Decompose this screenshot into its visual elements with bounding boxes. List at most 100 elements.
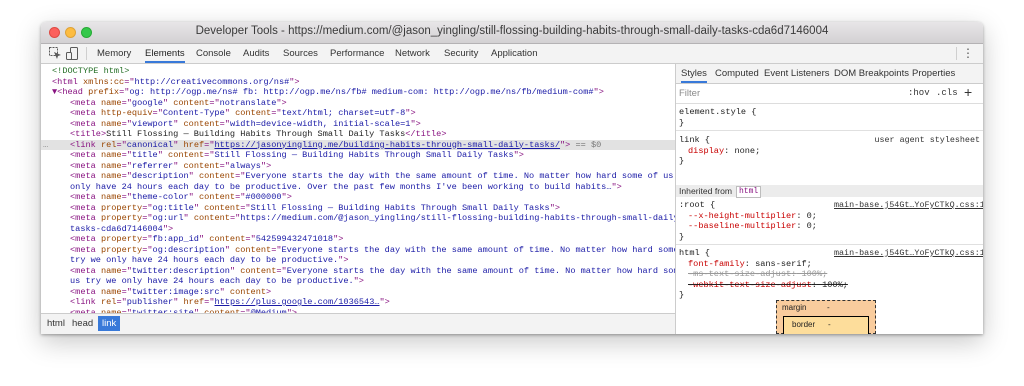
tag-name: <html (52, 76, 78, 87)
tag-punct: =" (121, 150, 132, 160)
margin-label: margin (782, 303, 807, 312)
elements-dom-tree[interactable]: <!DOCTYPE html> <html xmlns:cc="http://c… (41, 64, 675, 334)
attr-name: content (224, 286, 267, 297)
tab-performance[interactable]: Performance (330, 44, 384, 63)
attr-value: notranslate (219, 97, 277, 108)
canonical-href-link[interactable]: https://jasonyingling.me/building-habits… (214, 140, 560, 150)
dom-line-title[interactable]: <title>Still Flossing — Building Habits … (70, 129, 675, 140)
root-rule-decl[interactable]: --baseline-multiplier: 0; (688, 221, 983, 232)
attr-value: always (229, 160, 261, 171)
dom-line-meta-og-description[interactable]: <meta property="og:description" content=… (70, 245, 675, 256)
dom-line-meta-fb-app-id[interactable]: <meta property="fb:app_id" content="5425… (70, 234, 675, 245)
tag-punct: =" (245, 234, 256, 244)
attr-name: name (95, 265, 122, 276)
tag-punct: =" (219, 118, 230, 129)
tag-punct: "> (513, 150, 524, 160)
rule-close-brace: } (679, 156, 685, 166)
dom-line-doctype[interactable]: <!DOCTYPE html> (52, 66, 675, 77)
html-rule-decl[interactable]: font-family: sans-serif; (688, 259, 983, 270)
breadcrumb-link[interactable]: link (98, 316, 121, 331)
tab-network[interactable]: Network (395, 44, 430, 63)
dom-line-meta-twitter-description-cont[interactable]: us try we only have 24 hours each day to… (70, 276, 675, 287)
tab-application[interactable]: Application (491, 44, 537, 63)
device-mode-icon[interactable] (66, 47, 79, 64)
dom-line-meta-og-description-cont[interactable]: try we only have 24 hours each day to be… (70, 255, 675, 266)
tab-security[interactable]: Security (444, 44, 478, 63)
tab-memory[interactable]: Memory (97, 44, 131, 63)
tab-styles[interactable]: Styles (681, 64, 707, 83)
dom-line-meta-og-url[interactable]: <meta property="og:url" content="https:/… (70, 213, 675, 224)
styles-sidebar: Styles Computed Event Listeners DOM Brea… (676, 64, 983, 334)
box-model-margin[interactable]: margin - border - (776, 300, 876, 334)
tab-sources[interactable]: Sources (283, 44, 318, 63)
dom-line-meta-content-type[interactable]: <meta http-equiv="Content-Type" content=… (70, 108, 675, 119)
tab-console[interactable]: Console (196, 44, 231, 63)
attr-value: viewport (131, 118, 174, 129)
breadcrumb-html[interactable]: html (43, 316, 69, 331)
dom-line-meta-referrer[interactable]: <meta name="referrer" content="always"> (70, 161, 675, 172)
publisher-href-link[interactable]: https://plus.google.com/1036543… (214, 297, 379, 307)
attr-value: text/html; charset=utf-8 (281, 108, 406, 118)
css-value: 100%; (816, 279, 848, 290)
css-prop: font-family (688, 258, 745, 269)
attr-value: referrer (131, 160, 174, 171)
tab-dom-breakpoints[interactable]: DOM Breakpoints (834, 64, 909, 83)
link-rule-decl[interactable]: display: none; (688, 146, 983, 157)
dom-line-head[interactable]: ▼<head prefix="og: http://ogp.me/ns# fb:… (52, 87, 675, 98)
tab-event-listeners[interactable]: Event Listeners (764, 64, 829, 83)
tag-punct: =" (121, 118, 132, 129)
dom-line-meta-title[interactable]: <meta name="title" content="Still Flossi… (70, 150, 675, 161)
tag-punct: "> (405, 108, 416, 118)
dom-line-link-publisher[interactable]: <link rel="publisher" href="https://plus… (70, 297, 675, 308)
tag-punct: =" (235, 192, 246, 202)
element-style-selector[interactable]: element.style { (679, 107, 982, 118)
dom-line-meta-twitter-image[interactable]: <meta name="twitter:image:src" content> (70, 287, 675, 298)
attr-value: description (131, 171, 189, 181)
border-value[interactable]: - (828, 320, 831, 329)
tag-punct: =" (271, 244, 282, 255)
attr-value: og:title (152, 202, 194, 213)
tag-punct: =" (121, 171, 132, 181)
html-rule-source-link[interactable]: main-base.j54Gt…YoFyCTkQ.css:1 (834, 248, 983, 258)
margin-value[interactable]: - (827, 303, 830, 312)
hover-state-toggle[interactable]: :hov (908, 88, 930, 98)
rule-close-brace: } (679, 290, 685, 300)
tab-audits[interactable]: Audits (243, 44, 269, 63)
attr-value: 542599432471018 (255, 234, 334, 244)
dom-line-link-canonical-selected[interactable]: … <link rel="canonical" href="https://jas… (41, 139, 675, 151)
css-value: 0; (801, 221, 817, 231)
breadcrumb-head[interactable]: head (68, 316, 97, 331)
dom-line-meta-og-url-cont[interactable]: tasks-cda6d7146004"> (70, 224, 675, 235)
dom-line-meta-description-cont[interactable]: only have 24 hours each day to be produc… (70, 182, 675, 193)
tab-properties[interactable]: Properties (912, 64, 955, 83)
dom-line-html[interactable]: <html xmlns:cc="http://creativecommons.o… (52, 77, 675, 88)
inherited-from-header: Inherited from html (676, 185, 983, 198)
dom-line-meta-twitter-description[interactable]: <meta name="twitter:description" content… (70, 266, 675, 277)
dom-line-meta-og-title[interactable]: <meta property="og:title" content="Still… (70, 203, 675, 214)
root-rule-decl[interactable]: --x-height-multiplier: 0; (688, 211, 983, 222)
css-value: sans-serif; (749, 258, 812, 269)
kebab-menu-icon[interactable]: ⋮ (962, 46, 974, 60)
class-toggle[interactable]: .cls (936, 88, 958, 98)
inherited-node-chip[interactable]: html (736, 186, 762, 198)
css-value: none; (729, 145, 761, 156)
attr-value: http://creativecommons.org/ns# (134, 76, 290, 87)
tab-computed[interactable]: Computed (715, 64, 759, 83)
dom-line-meta-theme-color[interactable]: <meta name="theme-color" content="#00000… (70, 192, 675, 203)
html-rule-decl-overridden[interactable]: -ms-text-size-adjust: 100%; (688, 269, 983, 280)
box-model-border[interactable]: border - (783, 316, 869, 334)
html-rule-decl-struck[interactable]: -webkit-text-size-adjust: 100%; (688, 280, 983, 291)
tag-punct: "> (593, 87, 604, 97)
cursor-select-icon[interactable] (49, 47, 62, 64)
attr-value: canonical (126, 139, 174, 150)
styles-filter-input[interactable]: Filter (679, 88, 700, 99)
ellipsis-icon[interactable]: … (43, 140, 48, 151)
root-rule-source-link[interactable]: main-base.j54Gt…YoFyCTkQ.css:1 (834, 200, 983, 210)
attr-name: content (229, 108, 272, 118)
add-rule-icon[interactable]: + (964, 84, 972, 100)
attr-value: twitter:description (131, 265, 230, 276)
tab-elements[interactable]: Elements (145, 44, 185, 63)
dom-line-meta-google[interactable]: <meta name="google" content="notranslate… (70, 98, 675, 109)
dom-line-meta-viewport[interactable]: <meta name="viewport" content="width=dev… (70, 119, 675, 130)
dom-line-meta-description[interactable]: <meta name="description" content="Everyo… (70, 171, 675, 182)
